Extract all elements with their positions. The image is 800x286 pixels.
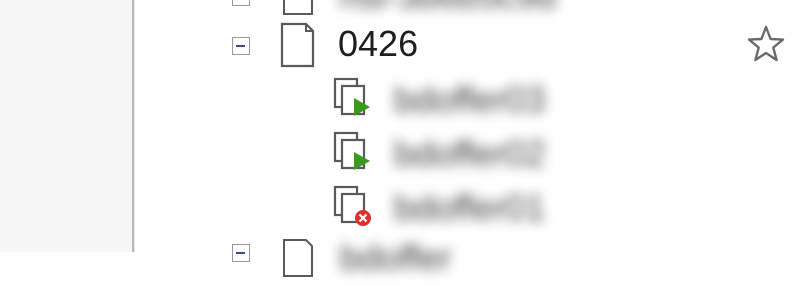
document-icon	[283, 0, 313, 15]
job-run-icon	[333, 131, 370, 170]
navigation-pane	[0, 0, 132, 252]
tree-item-label: 0426	[338, 23, 419, 64]
job-tree: hsi-3b6b5c9d 0426 bdoffer03 bdoffer02	[136, 0, 800, 278]
tree-item-label: bdoffer01	[394, 187, 546, 228]
collapse-toggle[interactable]	[232, 0, 250, 6]
tree-item-0426[interactable]: 0426	[136, 20, 800, 70]
tree-item-label: hsi-3b6b5c9d	[340, 0, 556, 16]
job-run-icon	[333, 77, 370, 116]
tree-item-job[interactable]: bdoffer03	[136, 76, 656, 126]
collapse-toggle[interactable]	[232, 244, 250, 262]
document-icon	[283, 239, 313, 277]
tree-item-label: bdoffer	[340, 237, 452, 278]
job-error-icon	[333, 185, 371, 226]
tree-item-bottom[interactable]: bdoffer	[136, 236, 656, 286]
star-icon[interactable]	[746, 24, 786, 64]
collapse-toggle[interactable]	[232, 37, 250, 55]
tree-item-label: bdoffer02	[394, 133, 546, 174]
minus-icon	[236, 44, 245, 47]
tree-item-job[interactable]: bdoffer02	[136, 130, 656, 180]
tree-item-label: bdoffer03	[394, 79, 546, 120]
document-icon	[280, 22, 315, 68]
tree-item-job[interactable]: bdoffer01	[136, 184, 656, 234]
pane-divider-highlight	[134, 0, 135, 252]
tree-item-top[interactable]: hsi-3b6b5c9d	[136, 0, 696, 20]
